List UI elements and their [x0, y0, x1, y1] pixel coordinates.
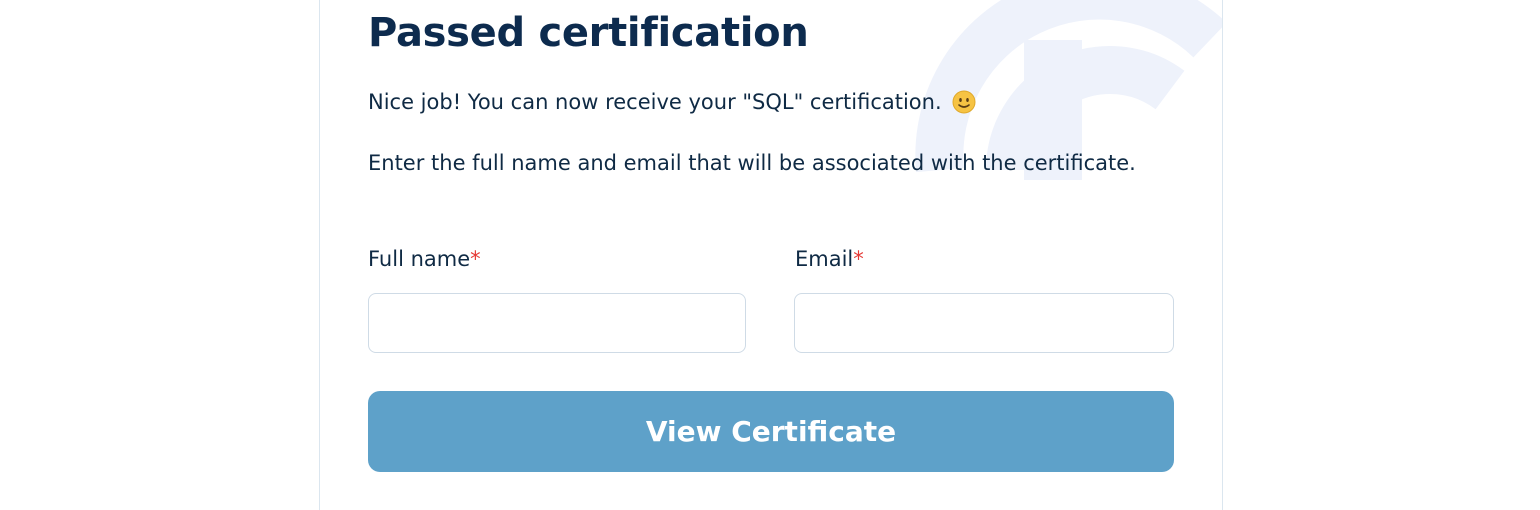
- instructions-text: Enter the full name and email that will …: [368, 151, 1136, 175]
- full-name-label: Full name*: [368, 245, 481, 273]
- email-label: Email*: [795, 245, 864, 273]
- full-name-label-text: Full name: [368, 247, 471, 271]
- intro-text: Nice job! You can now receive your "SQL"…: [368, 90, 942, 114]
- required-asterisk: *: [853, 247, 864, 271]
- intro-message: Nice job! You can now receive your "SQL"…: [368, 88, 976, 116]
- full-name-input[interactable]: [368, 293, 746, 353]
- email-label-text: Email: [795, 247, 854, 271]
- certification-card: Passed certification Nice job! You can n…: [319, 0, 1223, 510]
- view-certificate-button[interactable]: View Certificate: [368, 391, 1174, 472]
- required-asterisk: *: [470, 247, 481, 271]
- slightly-smiling-face-icon: [952, 90, 976, 114]
- email-input[interactable]: [794, 293, 1174, 353]
- page-title: Passed certification: [368, 10, 809, 56]
